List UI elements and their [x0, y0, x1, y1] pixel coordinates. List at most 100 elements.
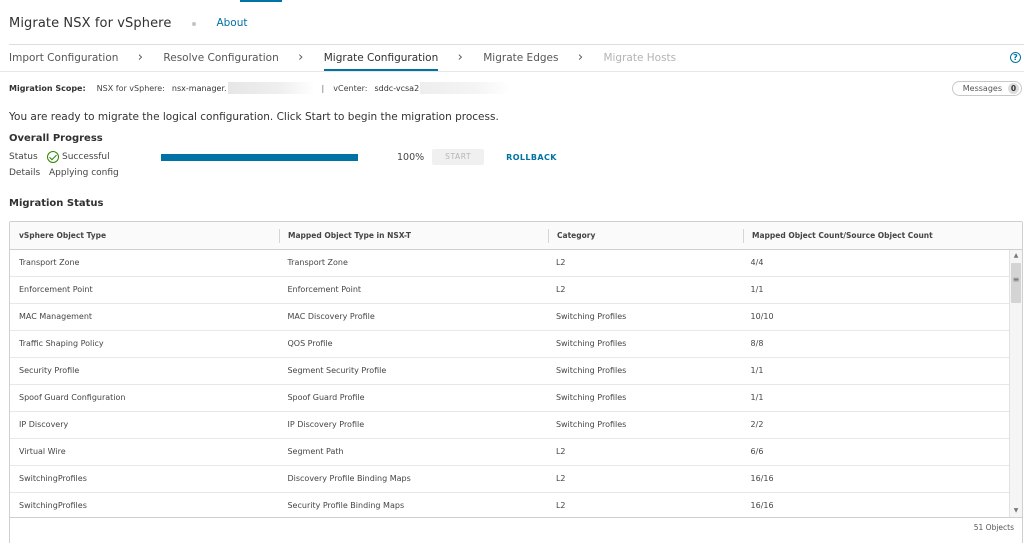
table-row[interactable]: IP Discovery IP Discovery Profile Switchin…: [10, 412, 1009, 439]
table-cell: L2: [555, 285, 566, 294]
table-row[interactable]: MAC Management MAC Discovery Profile Switc…: [10, 304, 1009, 331]
table-cell: Security Profile Binding Maps: [287, 501, 405, 510]
table-cell: 16/16: [750, 501, 774, 510]
progress-bar: [161, 153, 358, 161]
chevron-right-icon: ›: [457, 50, 463, 65]
vcenter-key: vCenter:: [333, 83, 368, 93]
table-cell: Switching Profiles: [555, 312, 627, 321]
table-row[interactable]: SwitchingProfiles Security Profile Bindin…: [10, 493, 1009, 517]
table-cell: 6/6: [750, 447, 764, 456]
chevron-right-icon: ›: [137, 50, 143, 65]
success-check-icon: [47, 151, 59, 163]
migration-status-grid: vSphere Object Type Mapped Object Type i…: [9, 221, 1023, 543]
details-label: Details: [9, 168, 41, 178]
step-migrate-hosts: Migrate Hosts: [603, 52, 677, 64]
table-row[interactable]: SwitchingProfiles Discovery Profile Bindi…: [10, 466, 1009, 493]
table-row[interactable]: Security Profile Segment Security Profile…: [10, 358, 1009, 385]
details-row: Details Applying config: [9, 168, 119, 178]
scroll-up-icon[interactable]: ▲: [1010, 250, 1022, 262]
scroll-down-icon[interactable]: ▼: [1010, 505, 1022, 517]
migration-status-title: Migration Status: [9, 198, 104, 209]
grid-footer-count: 51 Objects: [10, 517, 1022, 543]
ready-message: You are ready to migrate the logical con…: [9, 111, 499, 123]
table-row[interactable]: Traffic Shaping Policy QOS Profile Switchi…: [10, 331, 1009, 358]
table-cell: Security Profile: [19, 366, 80, 375]
column-header-object-count[interactable]: Mapped Object Count/Source Object Count: [743, 222, 1011, 249]
separator-dot: [192, 22, 197, 26]
table-row[interactable]: Transport Zone Transport Zone L2 4/4: [10, 250, 1009, 277]
status-label: Status: [9, 152, 38, 162]
scroll-thumb[interactable]: [1011, 263, 1021, 303]
page-title: Migrate NSX for vSphere: [9, 15, 172, 31]
table-cell: 4/4: [750, 258, 764, 267]
progress-percent: 100%: [397, 151, 425, 163]
table-cell: MAC Discovery Profile: [287, 312, 375, 321]
table-cell: L2: [555, 258, 566, 267]
progress-bar-fill: [161, 153, 358, 161]
step-resolve-configuration[interactable]: Resolve Configuration: [163, 45, 278, 71]
about-link[interactable]: About: [216, 17, 247, 29]
scope-label: Migration Scope:: [9, 83, 86, 93]
table-cell: L2: [555, 447, 566, 456]
details-value: Applying config: [49, 168, 119, 178]
grid-header: vSphere Object Type Mapped Object Type i…: [10, 222, 1022, 250]
page-header: Migrate NSX for vSphere About: [9, 14, 247, 32]
top-accent-bar: [240, 0, 282, 2]
table-cell: 2/2: [750, 420, 764, 429]
messages-button[interactable]: Messages 0: [951, 81, 1022, 96]
help-icon[interactable]: ?: [1010, 52, 1021, 63]
table-cell: Traffic Shaping Policy: [19, 339, 104, 348]
chevron-right-icon: ›: [298, 50, 304, 65]
table-cell: 1/1: [750, 285, 764, 294]
rollback-button[interactable]: ROLLBACK: [506, 153, 557, 162]
step-migrate-configuration[interactable]: Migrate Configuration: [323, 45, 438, 71]
table-cell: Spoof Guard Configuration: [19, 393, 126, 402]
table-cell: Segment Security Profile: [287, 366, 387, 375]
table-cell: Transport Zone: [287, 258, 348, 267]
table-cell: Switching Profiles: [555, 393, 627, 402]
grid-scrollbar[interactable]: ▲ ▼: [1009, 250, 1022, 517]
table-cell: SwitchingProfiles: [19, 501, 87, 510]
table-cell: SwitchingProfiles: [19, 474, 87, 483]
chevron-right-icon: ›: [577, 50, 584, 65]
table-row[interactable]: Enforcement Point Enforcement Point L2 1/1: [10, 277, 1009, 304]
redacted-block: [420, 82, 511, 94]
table-cell: IP Discovery: [19, 420, 69, 429]
grid-body: Transport Zone Transport Zone L2 4/4 Enforce…: [10, 250, 1009, 517]
nsx-key: NSX for vSphere:: [96, 83, 165, 93]
step-import-configuration[interactable]: Import Configuration: [9, 45, 118, 71]
table-cell: 1/1: [750, 393, 764, 402]
status-value: Successful: [62, 152, 110, 162]
steps-divider: [0, 71, 1024, 72]
table-cell: 8/8: [750, 339, 764, 348]
vcenter-value: sddc-vcsa2: [374, 83, 420, 93]
redacted-block: [227, 82, 315, 94]
start-button[interactable]: START: [432, 149, 485, 165]
table-cell: L2: [555, 474, 566, 483]
overall-progress-title: Overall Progress: [9, 133, 103, 144]
table-cell: IP Discovery Profile: [287, 420, 365, 429]
step-migrate-edges[interactable]: Migrate Edges: [483, 45, 558, 71]
table-cell: QOS Profile: [287, 339, 333, 348]
table-row[interactable]: Virtual Wire Segment Path L2 6/6: [10, 439, 1009, 466]
table-cell: Enforcement Point: [19, 285, 93, 294]
table-cell: Spoof Guard Profile: [287, 393, 365, 402]
table-cell: Discovery Profile Binding Maps: [287, 474, 411, 483]
table-cell: 1/1: [750, 366, 764, 375]
table-cell: 10/10: [750, 312, 774, 321]
column-header-mapped-object-type[interactable]: Mapped Object Type in NSX-T: [279, 222, 548, 249]
table-cell: Enforcement Point: [287, 285, 362, 294]
table-cell: Switching Profiles: [555, 339, 627, 348]
status-row: Status Successful 100% START ROLLBACK: [9, 149, 569, 165]
messages-count-badge: 0: [1008, 83, 1019, 94]
table-cell: L2: [555, 501, 566, 510]
table-cell: Switching Profiles: [555, 366, 627, 375]
table-row[interactable]: Spoof Guard Configuration Spoof Guard Pro…: [10, 385, 1009, 412]
table-cell: 16/16: [750, 474, 774, 483]
scope-separator: |: [321, 83, 325, 93]
column-header-category[interactable]: Category: [548, 222, 743, 249]
wizard-steps: Import Configuration › Resolve Configura…: [9, 45, 1024, 71]
column-header-vsphere-object-type[interactable]: vSphere Object Type: [10, 222, 279, 249]
messages-label: Messages: [962, 84, 1002, 93]
table-cell: Segment Path: [287, 447, 344, 456]
